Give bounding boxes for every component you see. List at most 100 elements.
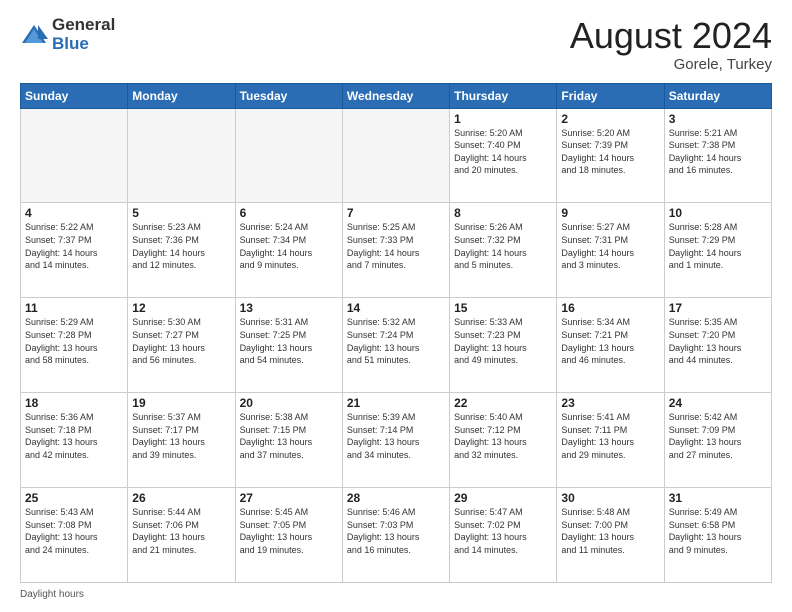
day-info: Sunrise: 5:40 AM Sunset: 7:12 PM Dayligh…: [454, 411, 552, 461]
day-number: 10: [669, 206, 767, 220]
day-number: 22: [454, 396, 552, 410]
day-info: Sunrise: 5:44 AM Sunset: 7:06 PM Dayligh…: [132, 506, 230, 556]
day-number: 19: [132, 396, 230, 410]
day-number: 1: [454, 112, 552, 126]
day-number: 14: [347, 301, 445, 315]
calendar-cell: [21, 108, 128, 203]
day-number: 4: [25, 206, 123, 220]
logo-blue-text: Blue: [52, 35, 115, 54]
logo-text: General Blue: [52, 16, 115, 53]
weekday-header-saturday: Saturday: [664, 83, 771, 108]
day-number: 31: [669, 491, 767, 505]
calendar-body: 1Sunrise: 5:20 AM Sunset: 7:40 PM Daylig…: [21, 108, 772, 582]
page: General Blue August 2024 Gorele, Turkey …: [0, 0, 792, 612]
calendar-cell: 5Sunrise: 5:23 AM Sunset: 7:36 PM Daylig…: [128, 203, 235, 298]
day-info: Sunrise: 5:28 AM Sunset: 7:29 PM Dayligh…: [669, 221, 767, 271]
calendar-cell: 9Sunrise: 5:27 AM Sunset: 7:31 PM Daylig…: [557, 203, 664, 298]
weekday-header-sunday: Sunday: [21, 83, 128, 108]
calendar-cell: 15Sunrise: 5:33 AM Sunset: 7:23 PM Dayli…: [450, 298, 557, 393]
day-info: Sunrise: 5:48 AM Sunset: 7:00 PM Dayligh…: [561, 506, 659, 556]
day-info: Sunrise: 5:31 AM Sunset: 7:25 PM Dayligh…: [240, 316, 338, 366]
calendar-cell: 20Sunrise: 5:38 AM Sunset: 7:15 PM Dayli…: [235, 393, 342, 488]
weekday-header-wednesday: Wednesday: [342, 83, 449, 108]
calendar-cell: 4Sunrise: 5:22 AM Sunset: 7:37 PM Daylig…: [21, 203, 128, 298]
daylight-label: Daylight hours: [20, 589, 84, 600]
header: General Blue August 2024 Gorele, Turkey: [20, 16, 772, 73]
day-number: 24: [669, 396, 767, 410]
day-info: Sunrise: 5:38 AM Sunset: 7:15 PM Dayligh…: [240, 411, 338, 461]
title-block: August 2024 Gorele, Turkey: [570, 16, 772, 73]
day-info: Sunrise: 5:23 AM Sunset: 7:36 PM Dayligh…: [132, 221, 230, 271]
day-number: 9: [561, 206, 659, 220]
location: Gorele, Turkey: [570, 56, 772, 73]
day-number: 20: [240, 396, 338, 410]
calendar-cell: 2Sunrise: 5:20 AM Sunset: 7:39 PM Daylig…: [557, 108, 664, 203]
day-number: 26: [132, 491, 230, 505]
calendar-cell: 16Sunrise: 5:34 AM Sunset: 7:21 PM Dayli…: [557, 298, 664, 393]
day-number: 29: [454, 491, 552, 505]
day-info: Sunrise: 5:21 AM Sunset: 7:38 PM Dayligh…: [669, 127, 767, 177]
day-info: Sunrise: 5:47 AM Sunset: 7:02 PM Dayligh…: [454, 506, 552, 556]
weekday-header-friday: Friday: [557, 83, 664, 108]
calendar-cell: 28Sunrise: 5:46 AM Sunset: 7:03 PM Dayli…: [342, 488, 449, 583]
calendar-cell: 8Sunrise: 5:26 AM Sunset: 7:32 PM Daylig…: [450, 203, 557, 298]
day-info: Sunrise: 5:29 AM Sunset: 7:28 PM Dayligh…: [25, 316, 123, 366]
day-number: 30: [561, 491, 659, 505]
footer: Daylight hours: [20, 589, 772, 600]
day-info: Sunrise: 5:37 AM Sunset: 7:17 PM Dayligh…: [132, 411, 230, 461]
day-info: Sunrise: 5:20 AM Sunset: 7:40 PM Dayligh…: [454, 127, 552, 177]
week-row-4: 18Sunrise: 5:36 AM Sunset: 7:18 PM Dayli…: [21, 393, 772, 488]
day-number: 2: [561, 112, 659, 126]
day-number: 13: [240, 301, 338, 315]
day-info: Sunrise: 5:46 AM Sunset: 7:03 PM Dayligh…: [347, 506, 445, 556]
day-info: Sunrise: 5:20 AM Sunset: 7:39 PM Dayligh…: [561, 127, 659, 177]
day-number: 3: [669, 112, 767, 126]
calendar-cell: 14Sunrise: 5:32 AM Sunset: 7:24 PM Dayli…: [342, 298, 449, 393]
day-info: Sunrise: 5:33 AM Sunset: 7:23 PM Dayligh…: [454, 316, 552, 366]
day-info: Sunrise: 5:41 AM Sunset: 7:11 PM Dayligh…: [561, 411, 659, 461]
calendar-cell: 7Sunrise: 5:25 AM Sunset: 7:33 PM Daylig…: [342, 203, 449, 298]
day-number: 25: [25, 491, 123, 505]
weekday-header-monday: Monday: [128, 83, 235, 108]
calendar-cell: 27Sunrise: 5:45 AM Sunset: 7:05 PM Dayli…: [235, 488, 342, 583]
day-info: Sunrise: 5:26 AM Sunset: 7:32 PM Dayligh…: [454, 221, 552, 271]
calendar-cell: 22Sunrise: 5:40 AM Sunset: 7:12 PM Dayli…: [450, 393, 557, 488]
weekday-header-thursday: Thursday: [450, 83, 557, 108]
calendar-cell: 24Sunrise: 5:42 AM Sunset: 7:09 PM Dayli…: [664, 393, 771, 488]
calendar-cell: 13Sunrise: 5:31 AM Sunset: 7:25 PM Dayli…: [235, 298, 342, 393]
day-number: 5: [132, 206, 230, 220]
logo: General Blue: [20, 16, 115, 53]
calendar-cell: 21Sunrise: 5:39 AM Sunset: 7:14 PM Dayli…: [342, 393, 449, 488]
day-info: Sunrise: 5:30 AM Sunset: 7:27 PM Dayligh…: [132, 316, 230, 366]
calendar-cell: 26Sunrise: 5:44 AM Sunset: 7:06 PM Dayli…: [128, 488, 235, 583]
day-number: 21: [347, 396, 445, 410]
calendar-cell: 10Sunrise: 5:28 AM Sunset: 7:29 PM Dayli…: [664, 203, 771, 298]
month-title: August 2024: [570, 16, 772, 56]
calendar-cell: 19Sunrise: 5:37 AM Sunset: 7:17 PM Dayli…: [128, 393, 235, 488]
week-row-5: 25Sunrise: 5:43 AM Sunset: 7:08 PM Dayli…: [21, 488, 772, 583]
day-number: 11: [25, 301, 123, 315]
logo-general-text: General: [52, 16, 115, 35]
calendar-cell: 23Sunrise: 5:41 AM Sunset: 7:11 PM Dayli…: [557, 393, 664, 488]
day-info: Sunrise: 5:32 AM Sunset: 7:24 PM Dayligh…: [347, 316, 445, 366]
day-number: 17: [669, 301, 767, 315]
calendar-header: SundayMondayTuesdayWednesdayThursdayFrid…: [21, 83, 772, 108]
day-info: Sunrise: 5:24 AM Sunset: 7:34 PM Dayligh…: [240, 221, 338, 271]
calendar-cell: 30Sunrise: 5:48 AM Sunset: 7:00 PM Dayli…: [557, 488, 664, 583]
calendar-cell: [342, 108, 449, 203]
calendar-table: SundayMondayTuesdayWednesdayThursdayFrid…: [20, 83, 772, 583]
day-number: 6: [240, 206, 338, 220]
day-number: 15: [454, 301, 552, 315]
calendar-cell: 31Sunrise: 5:49 AM Sunset: 6:58 PM Dayli…: [664, 488, 771, 583]
week-row-2: 4Sunrise: 5:22 AM Sunset: 7:37 PM Daylig…: [21, 203, 772, 298]
day-number: 23: [561, 396, 659, 410]
day-info: Sunrise: 5:35 AM Sunset: 7:20 PM Dayligh…: [669, 316, 767, 366]
day-number: 8: [454, 206, 552, 220]
week-row-1: 1Sunrise: 5:20 AM Sunset: 7:40 PM Daylig…: [21, 108, 772, 203]
week-row-3: 11Sunrise: 5:29 AM Sunset: 7:28 PM Dayli…: [21, 298, 772, 393]
day-info: Sunrise: 5:45 AM Sunset: 7:05 PM Dayligh…: [240, 506, 338, 556]
day-info: Sunrise: 5:34 AM Sunset: 7:21 PM Dayligh…: [561, 316, 659, 366]
day-info: Sunrise: 5:42 AM Sunset: 7:09 PM Dayligh…: [669, 411, 767, 461]
day-info: Sunrise: 5:49 AM Sunset: 6:58 PM Dayligh…: [669, 506, 767, 556]
calendar-cell: [235, 108, 342, 203]
